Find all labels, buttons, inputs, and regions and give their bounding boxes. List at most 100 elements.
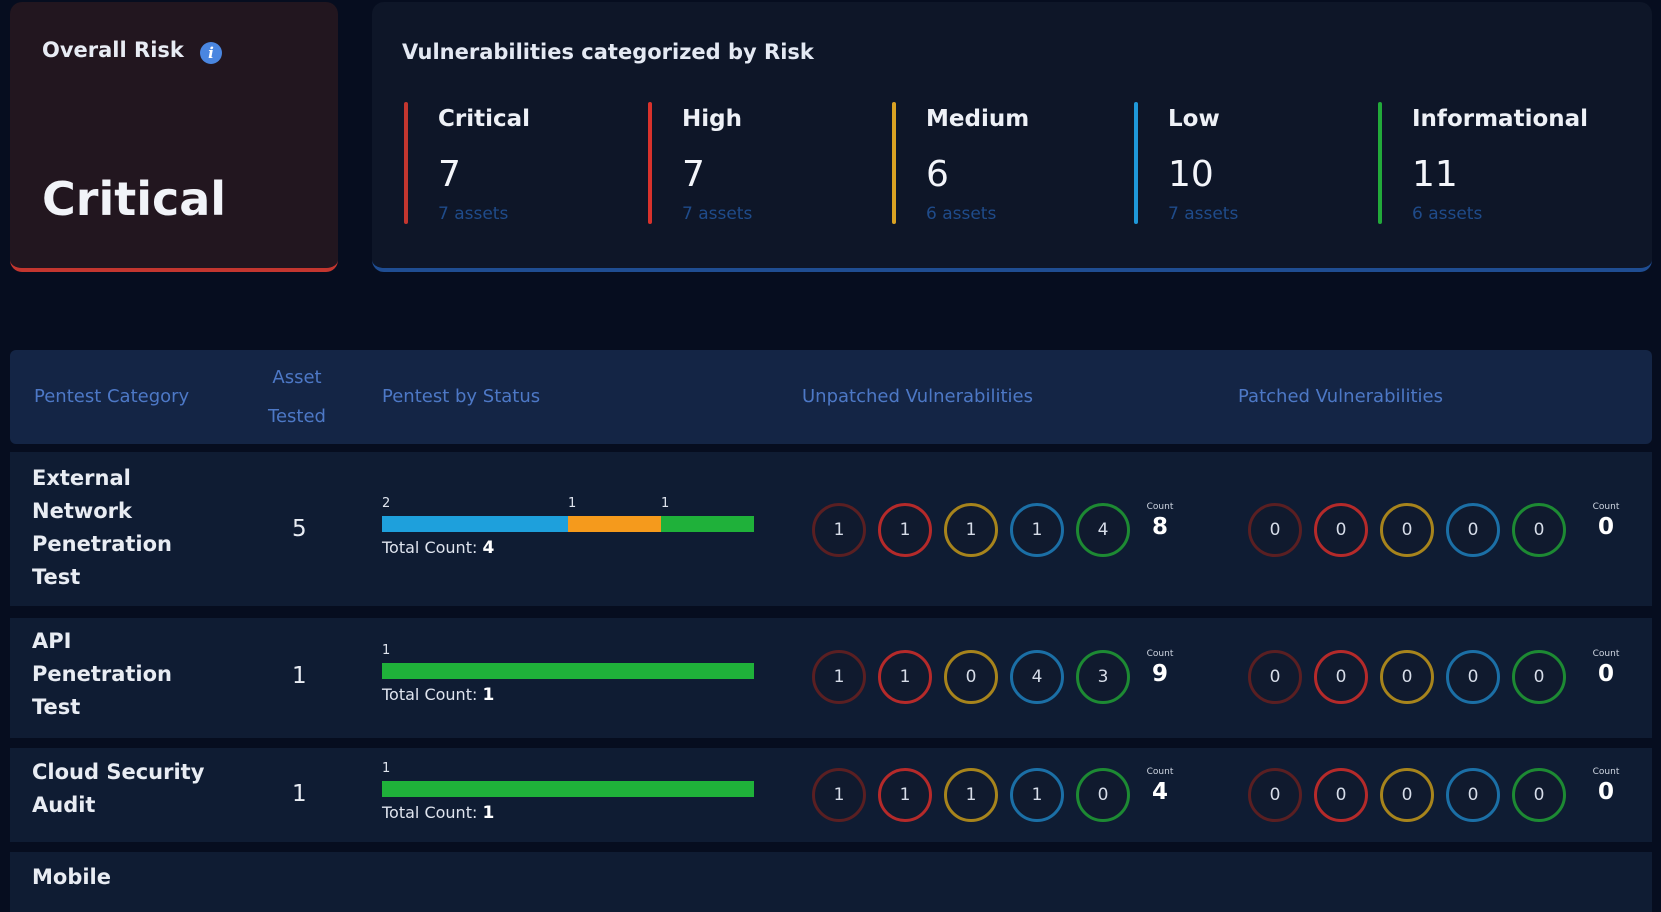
patched-circle[interactable]: 0 <box>1248 768 1302 822</box>
risk-color-bar <box>892 102 896 224</box>
patched-circle[interactable]: 0 <box>1314 768 1368 822</box>
risk-color-bar <box>648 102 652 224</box>
status-segment-labels: 1 <box>382 761 754 777</box>
table-row[interactable]: External Network Penetration Test 5 2 1 1 Total … <box>10 452 1652 606</box>
status-segment[interactable] <box>382 663 754 679</box>
unpatched-circle[interactable]: 1 <box>878 768 932 822</box>
patched-circle[interactable]: 0 <box>1446 650 1500 704</box>
header-pentest-by-status[interactable]: Pentest by Status <box>382 386 540 407</box>
unpatched-circle[interactable]: 1 <box>812 503 866 557</box>
patched-circle[interactable]: 0 <box>1512 768 1566 822</box>
status-segment-label: 1 <box>661 496 670 511</box>
header-patched-vulnerabilities[interactable]: Patched Vulnerabilities <box>1238 386 1443 407</box>
status-segment[interactable] <box>568 516 661 532</box>
patched-circle[interactable]: 0 <box>1248 650 1302 704</box>
unpatched-circle[interactable]: 3 <box>1076 650 1130 704</box>
risk-color-bar <box>1378 102 1382 224</box>
unpatched-circle[interactable]: 0 <box>1076 768 1130 822</box>
category-line: API <box>32 629 72 653</box>
risk-label: Critical <box>438 106 531 132</box>
total-count: Total Count: 1 <box>382 803 494 823</box>
pentest-category-name[interactable]: External Network Penetration Test <box>32 462 232 594</box>
patched-circle[interactable]: 0 <box>1512 650 1566 704</box>
status-segment-label: 1 <box>382 643 391 658</box>
count-value: 4 <box>1151 779 1168 805</box>
risk-assets-link[interactable]: 7 assets <box>1168 204 1238 224</box>
patched-circle[interactable]: 0 <box>1512 503 1566 557</box>
unpatched-circle[interactable]: 0 <box>944 650 998 704</box>
risk-assets-link[interactable]: 7 assets <box>682 204 752 224</box>
pentest-status-bar[interactable] <box>382 781 754 797</box>
unpatched-circle[interactable]: 4 <box>1010 650 1064 704</box>
header-asset-tested-line1[interactable]: Asset <box>262 367 332 388</box>
unpatched-circle[interactable]: 1 <box>878 503 932 557</box>
unpatched-circle[interactable]: 1 <box>812 650 866 704</box>
header-asset-tested-line2[interactable]: Tested <box>256 406 338 427</box>
count-label: Count <box>1592 502 1620 512</box>
category-line: Network <box>32 499 133 523</box>
status-segment[interactable] <box>661 516 754 532</box>
category-line: Mobile <box>32 865 111 889</box>
category-line: Cloud Security <box>32 760 205 784</box>
count-value: 0 <box>1597 661 1614 687</box>
patched-circle[interactable]: 0 <box>1314 503 1368 557</box>
pentest-category-name[interactable]: API Penetration Test <box>32 625 232 724</box>
status-segment-labels: 2 1 1 <box>382 496 754 512</box>
total-count-label: Total Count: <box>382 538 483 557</box>
category-line: External <box>32 466 131 490</box>
patched-circle[interactable]: 0 <box>1248 503 1302 557</box>
unpatched-circle[interactable]: 1 <box>944 503 998 557</box>
pentest-status-bar[interactable] <box>382 516 754 532</box>
assets-tested-count: 5 <box>292 516 307 542</box>
patched-circle[interactable]: 0 <box>1314 650 1368 704</box>
info-icon[interactable]: i <box>200 42 222 64</box>
unpatched-circle[interactable]: 1 <box>1010 768 1064 822</box>
unpatched-count: Count 4 <box>1140 767 1180 805</box>
patched-circle[interactable]: 0 <box>1380 768 1434 822</box>
unpatched-count: Count 9 <box>1140 649 1180 687</box>
risk-label: Low <box>1168 106 1220 132</box>
status-segment[interactable] <box>382 781 754 797</box>
pentest-category-name[interactable]: Cloud Security Audit <box>32 756 232 822</box>
risk-label: High <box>682 106 742 132</box>
status-segment[interactable] <box>382 516 568 532</box>
patched-circle[interactable]: 0 <box>1446 768 1500 822</box>
table-row[interactable]: Cloud Security Audit 1 1 Total Count: 111110… <box>10 748 1652 842</box>
unpatched-circle[interactable]: 4 <box>1076 503 1130 557</box>
overall-risk-value: Critical <box>42 172 227 226</box>
patched-circle[interactable]: 0 <box>1380 503 1434 557</box>
total-count-value: 4 <box>482 538 495 558</box>
risk-count: 10 <box>1168 154 1214 195</box>
risk-assets-link[interactable]: 6 assets <box>926 204 996 224</box>
assets-tested-count: 1 <box>292 663 307 689</box>
vulnerabilities-title: Vulnerabilities categorized by Risk <box>402 40 814 64</box>
pentest-category-name[interactable]: Mobile <box>32 861 232 894</box>
table-row[interactable]: API Penetration Test 1 1 Total Count: 111043C… <box>10 618 1652 738</box>
count-label: Count <box>1146 649 1174 659</box>
unpatched-circle[interactable]: 1 <box>1010 503 1064 557</box>
patched-circle[interactable]: 0 <box>1446 503 1500 557</box>
patched-circle[interactable]: 0 <box>1380 650 1434 704</box>
assets-tested-count: 1 <box>292 781 307 807</box>
risk-label: Medium <box>926 106 1030 132</box>
risk-assets-link[interactable]: 6 assets <box>1412 204 1482 224</box>
header-pentest-category[interactable]: Pentest Category <box>34 386 189 407</box>
total-count: Total Count: 4 <box>382 538 494 558</box>
risk-assets-link[interactable]: 7 assets <box>438 204 508 224</box>
risk-column-low: Low 10 7 assets <box>1134 102 1334 224</box>
risk-color-bar <box>1134 102 1138 224</box>
total-count-value: 1 <box>482 685 495 705</box>
category-line: Penetration <box>32 532 173 556</box>
pentest-status-bar[interactable] <box>382 663 754 679</box>
unpatched-circle[interactable]: 1 <box>944 768 998 822</box>
table-row[interactable]: Mobile <box>10 852 1652 912</box>
header-unpatched-vulnerabilities[interactable]: Unpatched Vulnerabilities <box>802 386 1033 407</box>
unpatched-circle[interactable]: 1 <box>812 768 866 822</box>
count-value: 9 <box>1151 661 1168 687</box>
unpatched-circle[interactable]: 1 <box>878 650 932 704</box>
status-segment-label: 1 <box>568 496 577 511</box>
risk-color-bar <box>404 102 408 224</box>
overall-risk-title: Overall Risk <box>42 38 184 62</box>
vulnerabilities-by-risk-card: Vulnerabilities categorized by Risk Crit… <box>372 2 1652 272</box>
count-label: Count <box>1146 502 1174 512</box>
